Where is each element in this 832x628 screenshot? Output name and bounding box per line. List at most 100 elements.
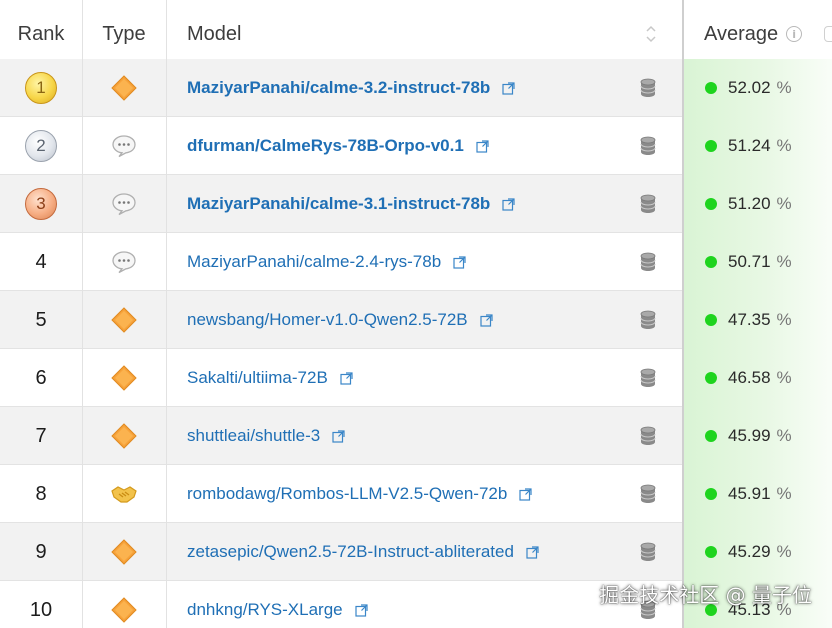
column-menu-icon[interactable]	[824, 26, 832, 42]
column-divider	[682, 0, 684, 628]
database-icon[interactable]	[640, 78, 656, 98]
rank-cell: 9	[0, 523, 82, 581]
model-link[interactable]: zetasepic/Qwen2.5-72B-Instruct-abliterat…	[187, 542, 514, 562]
model-link[interactable]: newsbang/Homer-v1.0-Qwen2.5-72B	[187, 310, 468, 330]
database-icon[interactable]	[640, 310, 656, 330]
database-cell	[636, 407, 660, 465]
model-header-label: Model	[187, 22, 242, 45]
database-icon[interactable]	[640, 484, 656, 504]
database-icon[interactable]	[640, 426, 656, 446]
model-cell: rombodawg/Rombos-LLM-V2.5-Qwen-72b	[166, 465, 636, 523]
leaderboard-table: Rank Type Model Average i 1 MaziyarPanahi…	[0, 0, 832, 628]
external-link-icon[interactable]	[526, 545, 539, 559]
average-cell: 51.24%	[683, 117, 832, 175]
external-link-icon[interactable]	[332, 429, 345, 443]
diamond-icon	[111, 423, 137, 449]
rank-value: 1	[36, 78, 46, 97]
external-link-icon[interactable]	[355, 603, 368, 617]
model-link[interactable]: rombodawg/Rombos-LLM-V2.5-Qwen-72b	[187, 484, 507, 504]
database-icon[interactable]	[640, 542, 656, 562]
external-link-icon[interactable]	[502, 197, 515, 211]
model-link[interactable]: Sakalti/ultiima-72B	[187, 368, 328, 388]
database-cell	[636, 349, 660, 407]
model-cell: dnhkng/RYS-XLarge	[166, 581, 636, 628]
rank-cell: 3	[0, 175, 82, 233]
bronze-medal-icon: 3	[25, 188, 57, 220]
percent-unit: %	[776, 252, 792, 271]
model-link[interactable]: MaziyarPanahi/calme-3.1-instruct-78b	[187, 194, 490, 214]
table-row[interactable]: 9 zetasepic/Qwen2.5-72B-Instruct-ablitera…	[0, 523, 832, 581]
model-link[interactable]: shuttleai/shuttle-3	[187, 426, 320, 446]
status-dot-icon	[705, 546, 717, 558]
database-icon[interactable]	[640, 252, 656, 272]
table-row[interactable]: 4 MaziyarPanahi/calme-2.4-rys-78b 50.71%	[0, 233, 832, 291]
external-link-icon[interactable]	[476, 139, 489, 153]
average-value: 51.20	[728, 194, 771, 213]
rank-cell: 2	[0, 117, 82, 175]
rank-value: 5	[35, 308, 47, 331]
average-value: 45.99	[728, 426, 771, 445]
status-dot-icon	[705, 372, 717, 384]
table-row[interactable]: 7 shuttleai/shuttle-3 45.99%	[0, 407, 832, 465]
model-link[interactable]: MaziyarPanahi/calme-3.2-instruct-78b	[187, 78, 490, 98]
model-link[interactable]: MaziyarPanahi/calme-2.4-rys-78b	[187, 252, 441, 272]
percent-unit: %	[776, 78, 792, 97]
table-row[interactable]: 1 MaziyarPanahi/calme-3.2-instruct-78b 52.…	[0, 59, 832, 117]
table-row[interactable]: 6 Sakalti/ultiima-72B 46.58%	[0, 349, 832, 407]
model-link[interactable]: dnhkng/RYS-XLarge	[187, 600, 343, 620]
average-cell: 51.20%	[683, 175, 832, 233]
average-column-header[interactable]: Average i	[682, 0, 832, 68]
database-cell	[636, 233, 660, 291]
status-dot-icon	[705, 256, 717, 268]
percent-unit: %	[776, 368, 792, 387]
rank-column-header[interactable]: Rank	[0, 0, 82, 68]
diamond-icon	[111, 539, 137, 565]
external-link-icon[interactable]	[453, 255, 466, 269]
external-link-icon[interactable]	[519, 487, 532, 501]
database-icon[interactable]	[640, 368, 656, 388]
info-icon[interactable]: i	[786, 26, 803, 42]
average-value: 50.71	[728, 252, 771, 271]
average-cell: 45.99%	[683, 407, 832, 465]
table-row[interactable]: 3 MaziyarPanahi/calme-3.1-instruct-78b 51.…	[0, 175, 832, 233]
status-dot-icon	[705, 430, 717, 442]
rank-value: 3	[36, 194, 46, 213]
type-column-header[interactable]: Type	[82, 0, 166, 68]
average-cell: 45.29%	[683, 523, 832, 581]
diamond-icon	[111, 365, 137, 391]
type-header-label: Type	[102, 22, 146, 45]
percent-unit: %	[776, 542, 792, 561]
model-column-header[interactable]: Model	[166, 0, 682, 68]
database-icon[interactable]	[640, 194, 656, 214]
database-icon[interactable]	[640, 136, 656, 156]
model-cell: MaziyarPanahi/calme-3.2-instruct-78b	[166, 59, 636, 117]
model-cell: shuttleai/shuttle-3	[166, 407, 636, 465]
status-dot-icon	[705, 82, 717, 94]
table-row[interactable]: 8 rombodawg/Rombos-LLM-V2.5-Qwen-72b 45.91…	[0, 465, 832, 523]
type-cell	[82, 465, 166, 523]
chat-bubble-icon	[111, 134, 137, 158]
diamond-icon	[111, 75, 137, 101]
database-cell	[636, 465, 660, 523]
model-link[interactable]: dfurman/CalmeRys-78B-Orpo-v0.1	[187, 136, 464, 156]
external-link-icon[interactable]	[480, 313, 493, 327]
rank-cell: 1	[0, 59, 82, 117]
table-row[interactable]: 5 newsbang/Homer-v1.0-Qwen2.5-72B 47.35%	[0, 291, 832, 349]
rank-cell: 8	[0, 465, 82, 523]
external-link-icon[interactable]	[340, 371, 353, 385]
database-cell	[636, 117, 660, 175]
chat-bubble-icon	[111, 250, 137, 274]
diamond-icon	[111, 597, 137, 623]
percent-unit: %	[776, 484, 792, 503]
database-cell	[636, 291, 660, 349]
rank-value: 8	[35, 482, 47, 505]
table-row[interactable]: 2 dfurman/CalmeRys-78B-Orpo-v0.1 51.24%	[0, 117, 832, 175]
sort-arrows-icon[interactable]	[646, 24, 656, 44]
model-cell: MaziyarPanahi/calme-2.4-rys-78b	[166, 233, 636, 291]
external-link-icon[interactable]	[502, 81, 515, 95]
average-value: 51.24	[728, 136, 771, 155]
rank-cell: 6	[0, 349, 82, 407]
average-value: 52.02	[728, 78, 771, 97]
rank-cell: 10	[0, 581, 82, 628]
average-cell: 47.35%	[683, 291, 832, 349]
